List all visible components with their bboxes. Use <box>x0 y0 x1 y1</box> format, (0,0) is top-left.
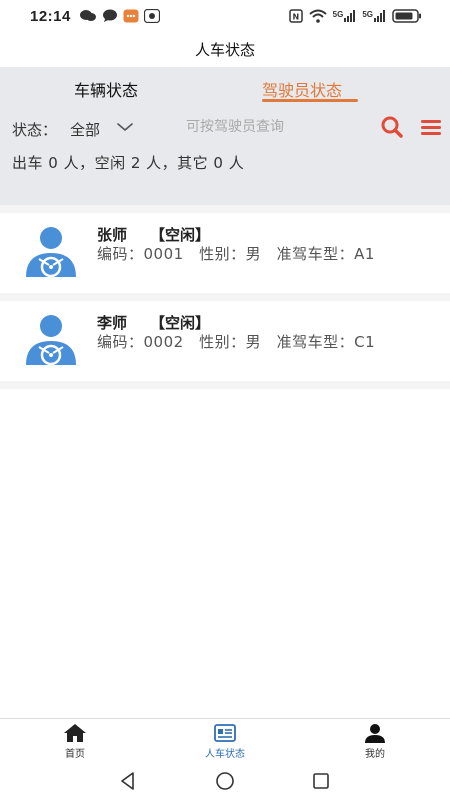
shield-app-icon <box>143 9 160 23</box>
nav-home-label: 首页 <box>65 749 85 760</box>
driver-info: 编码：0001 性别：男 准驾车型：A1 <box>97 245 375 263</box>
driver-card[interactable]: 李师 【空闲】 编码：0002 性别：男 准驾车型：C1 <box>0 301 450 381</box>
title-bar: 人车状态 <box>0 32 450 67</box>
recents-icon[interactable] <box>311 771 331 791</box>
list-divider <box>0 293 450 301</box>
message-app-icon <box>123 9 139 23</box>
signal-5g-b: 5G <box>362 10 386 22</box>
bottom-nav: 首页 人车状态 我的 <box>0 718 450 762</box>
wechat-icon <box>79 10 96 21</box>
status-time: 12:14 <box>30 7 71 25</box>
nav-mine[interactable]: 我的 <box>335 723 415 760</box>
nav-people-vehicle-status[interactable]: 人车状态 <box>185 723 265 760</box>
system-status-icons: N 5G 5G <box>288 9 422 23</box>
network-type-label: 5G <box>332 10 344 19</box>
status-card-icon <box>214 724 236 742</box>
tab-vehicle-status[interactable]: 车辆状态 <box>74 77 138 101</box>
tab-driver-status[interactable]: 驾驶员状态 <box>262 77 342 101</box>
nav-home[interactable]: 首页 <box>35 723 115 760</box>
chat-bubble-icon <box>102 9 117 22</box>
driver-card[interactable]: 张师 【空闲】 编码：0001 性别：男 准驾车型：A1 <box>0 213 450 293</box>
search-icon[interactable] <box>380 116 404 138</box>
list-divider <box>0 205 450 213</box>
driver-name: 张师 <box>97 226 128 244</box>
filter-row: 状态： 全部 <box>0 115 450 141</box>
chevron-down-icon[interactable] <box>116 119 134 135</box>
page-title: 人车状态 <box>194 41 255 59</box>
signal-icon <box>344 10 356 22</box>
status-filter-dropdown[interactable]: 全部 <box>70 119 100 140</box>
svg-text:N: N <box>292 13 299 22</box>
nfc-icon: N <box>288 9 303 23</box>
signal-icon <box>374 10 385 22</box>
signal-5g-a: 5G <box>333 10 357 22</box>
driver-name: 李师 <box>97 314 128 332</box>
driver-list: 张师 【空闲】 编码：0001 性别：男 准驾车型：A1 李师 【空闲】 编码：… <box>0 205 450 389</box>
status-filter-label: 状态： <box>12 121 58 139</box>
home-icon <box>64 724 86 742</box>
network-type-label: 5G <box>362 10 373 19</box>
wifi-icon <box>308 9 327 23</box>
list-divider <box>0 381 450 389</box>
driver-avatar-icon <box>26 227 76 277</box>
home-circle-icon[interactable] <box>215 771 235 791</box>
notification-icons <box>79 9 160 23</box>
person-icon <box>365 724 385 743</box>
driver-search-input[interactable] <box>186 115 366 139</box>
back-icon[interactable] <box>118 771 138 791</box>
nav-status-label: 人车状态 <box>205 749 245 760</box>
status-tabs: 车辆状态 驾驶员状态 <box>0 67 450 105</box>
driver-status-badge: 【空闲】 <box>150 226 211 244</box>
filter-panel: 车辆状态 驾驶员状态 状态： 全部 出车 0 人，空闲 2 人，其它 0 人 <box>0 67 450 205</box>
active-tab-indicator <box>262 99 358 102</box>
driver-avatar-icon <box>26 315 76 365</box>
nav-mine-label: 我的 <box>365 749 385 760</box>
system-nav-bar <box>0 762 450 800</box>
status-bar: 12:14 N 5G 5G <box>0 0 450 32</box>
driver-status-badge: 【空闲】 <box>150 314 211 332</box>
battery-icon <box>392 9 421 23</box>
driver-info: 编码：0002 性别：男 准驾车型：C1 <box>97 333 376 351</box>
status-summary: 出车 0 人，空闲 2 人，其它 0 人 <box>12 154 245 172</box>
menu-icon[interactable] <box>420 118 442 136</box>
